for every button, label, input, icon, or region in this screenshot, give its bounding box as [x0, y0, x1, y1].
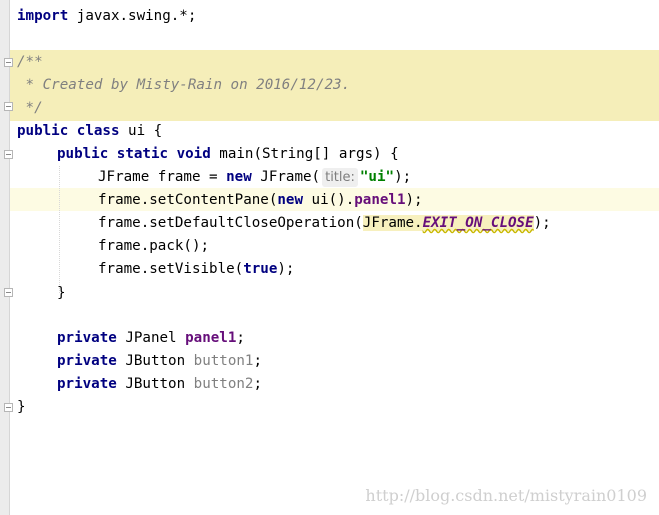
code-line-pack[interactable]: frame.pack(); [98, 235, 209, 258]
code-line-doc-start[interactable]: /** [17, 51, 43, 74]
fold-marker-main-method-end[interactable] [4, 288, 13, 297]
code-text: JButton [116, 353, 194, 369]
code-text: ); [533, 215, 551, 231]
code-line-set-close-op[interactable]: frame.setDefaultCloseOperation(JFrame.EX… [98, 212, 551, 235]
doc-comment: */ [17, 100, 43, 116]
keyword: new [226, 169, 252, 185]
code-text: frame.pack(); [98, 238, 210, 254]
static-constant: EXIT_ON_CLOSE [422, 215, 534, 231]
code-line-main-decl[interactable]: public static void main(String[] args) { [57, 143, 399, 166]
code-text: ); [277, 261, 295, 277]
keyword: import [17, 8, 69, 24]
code-text: ); [405, 192, 423, 208]
unused-field-name: button2 [193, 376, 254, 392]
code-text: JFrame( [251, 169, 321, 185]
code-text: ); [394, 169, 412, 185]
fold-marker-doc-comment[interactable] [4, 58, 13, 67]
code-text: frame.setVisible( [98, 261, 244, 277]
keyword: private [57, 330, 117, 346]
keyword: public [57, 146, 109, 162]
code-text: ; [236, 330, 245, 346]
field-reference: panel1 [354, 192, 406, 208]
code-line-class-close[interactable]: } [17, 396, 26, 419]
unused-field-name: button1 [193, 353, 254, 369]
code-text: } [57, 285, 66, 301]
code-text: JButton [116, 376, 194, 392]
fold-marker-class-end[interactable] [4, 403, 13, 412]
fold-marker-doc-comment-end[interactable] [4, 102, 13, 111]
code-text: JPanel [116, 330, 186, 346]
field-name: panel1 [185, 330, 237, 346]
code-text: ; [253, 353, 263, 369]
editor-gutter [0, 0, 10, 515]
keyword: true [243, 261, 278, 277]
code-text: ; [253, 376, 263, 392]
class-reference: JFrame. [362, 215, 423, 231]
doc-comment: * Created by Misty-Rain on 2016/12/23. [17, 77, 351, 93]
code-line-doc-body[interactable]: * Created by Misty-Rain on 2016/12/23. [17, 74, 351, 97]
code-text: ui(). [303, 192, 355, 208]
code-text: } [17, 399, 26, 415]
parameter-hint: title: [322, 168, 358, 187]
code-line-import[interactable]: import javax.swing.*; [17, 5, 196, 28]
watermark-url: http://blog.csdn.net/mistyrain0109 [365, 486, 647, 505]
code-line-field-panel1[interactable]: private JPanel panel1; [57, 327, 245, 350]
keyword: public [17, 123, 69, 139]
code-line-main-close[interactable]: } [57, 282, 66, 305]
code-line-class-decl[interactable]: public class ui { [17, 120, 162, 143]
code-line-doc-end[interactable]: */ [17, 97, 43, 120]
keyword: static [116, 146, 169, 162]
keyword: new [277, 192, 303, 208]
keyword: private [57, 353, 117, 369]
code-text: frame.setContentPane( [98, 192, 278, 208]
code-line-set-content-pane[interactable]: frame.setContentPane(new ui().panel1); [98, 189, 423, 212]
code-text: JFrame frame = [98, 169, 227, 185]
keyword: class [76, 123, 120, 139]
code-text: javax.swing.*; [68, 8, 197, 24]
keyword: private [57, 376, 117, 392]
code-text: frame.setDefaultCloseOperation( [98, 215, 363, 231]
code-text: ui { [119, 123, 163, 139]
indent-guide [59, 166, 60, 293]
code-line-field-button1[interactable]: private JButton button1; [57, 350, 262, 373]
keyword: void [176, 146, 211, 162]
fold-marker-main-method[interactable] [4, 150, 13, 159]
code-line-field-button2[interactable]: private JButton button2; [57, 373, 262, 396]
code-text: main(String[] args) { [210, 146, 399, 162]
warning-highlight[interactable]: JFrame.EXIT_ON_CLOSE [362, 215, 534, 231]
doc-comment: /** [17, 54, 43, 70]
code-line-new-frame[interactable]: JFrame frame = new JFrame(title: "ui"); [98, 166, 411, 189]
string-literal: "ui" [359, 169, 395, 185]
code-line-set-visible[interactable]: frame.setVisible(true); [98, 258, 294, 281]
